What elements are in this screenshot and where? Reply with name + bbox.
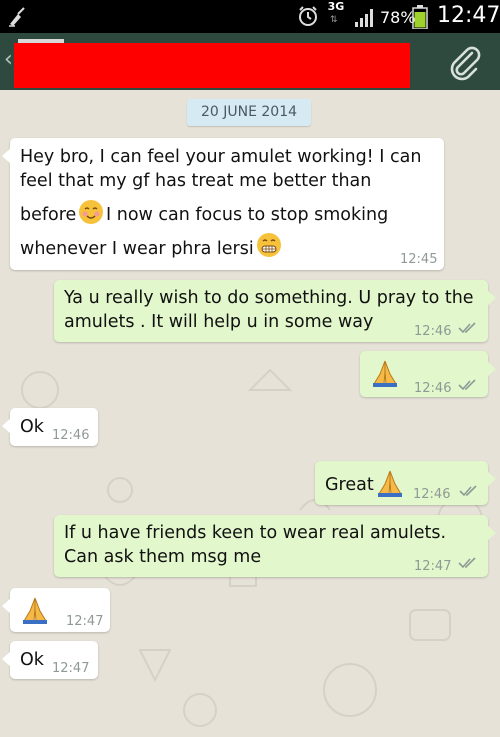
grinning-emoji: [257, 233, 281, 257]
network-type-label: 3G: [327, 0, 345, 13]
message-bubble-incoming[interactable]: Ok 12:46: [2, 408, 98, 446]
message-text-line: feel that my gf has treat me better than: [20, 171, 372, 191]
alarm-icon: [299, 6, 317, 26]
message-text-line: before: [20, 205, 77, 225]
praying-hands-emoji: [378, 470, 402, 497]
message-text-line: If u have friends keen to wear real amul…: [64, 523, 447, 543]
praying-hands-emoji: [373, 360, 397, 387]
message-time: 12:47: [52, 661, 90, 676]
status-bar: 3G ⇅ 78% 12:47: [0, 0, 500, 33]
date-separator: 20 JUNE 2014: [187, 99, 311, 126]
back-icon[interactable]: ‹: [4, 47, 13, 72]
message-text: Great: [325, 475, 374, 495]
message-bubble-outgoing[interactable]: Great 12:46: [315, 461, 496, 505]
battery-percent: 78%: [380, 8, 416, 27]
message-text: Ok: [20, 650, 44, 670]
praying-hands-emoji: [23, 597, 47, 624]
broom-icon: [9, 7, 25, 27]
read-receipt-icon: [458, 379, 476, 391]
message-time: 12:46: [414, 381, 452, 396]
message-bubble-outgoing[interactable]: Ya u really wish to do something. U pray…: [54, 280, 496, 342]
message-text-line: whenever I wear phra lersi: [20, 239, 254, 259]
signal-strength-icon: [355, 9, 373, 27]
message-bubble-outgoing[interactable]: If u have friends keen to wear real amul…: [54, 515, 496, 577]
read-receipt-icon: [458, 557, 476, 569]
message-list[interactable]: 20 JUNE 2014 Hey bro, I can feel your am…: [0, 90, 500, 737]
data-arrows-icon: ⇅: [330, 15, 338, 25]
message-bubble-incoming[interactable]: Ok 12:47: [2, 641, 98, 679]
message-text-line: Can ask them msg me: [64, 547, 262, 567]
battery-icon: [412, 5, 428, 29]
message-time: 12:46: [413, 487, 451, 502]
message-bubble-incoming[interactable]: 12:47: [2, 588, 110, 632]
message-time: 12:46: [52, 428, 90, 443]
message-bubble-incoming[interactable]: Hey bro, I can feel your amulet working!…: [2, 138, 444, 270]
message-text-line: I now can focus to stop smoking: [106, 205, 389, 225]
contact-name-redaction[interactable]: [14, 43, 410, 88]
message-text-line: Ya u really wish to do something. U pray…: [64, 288, 474, 308]
read-receipt-icon: [459, 485, 477, 497]
conversation-header: ‹: [0, 33, 500, 90]
message-bubble-outgoing[interactable]: 12:46: [360, 351, 496, 397]
message-text-line: amulets . It will help u in some way: [64, 312, 374, 332]
attach-icon[interactable]: [446, 43, 484, 81]
message-time: 12:46: [414, 324, 452, 339]
message-text-line: Hey bro, I can feel your amulet working!…: [20, 147, 422, 167]
message-time: 12:45: [400, 252, 438, 267]
read-receipt-icon: [458, 322, 476, 334]
message-time: 12:47: [414, 559, 452, 574]
smiling-blush-emoji: [79, 200, 103, 224]
clock: 12:47: [437, 3, 500, 28]
message-text: Ok: [20, 417, 44, 437]
message-time: 12:47: [66, 614, 104, 629]
